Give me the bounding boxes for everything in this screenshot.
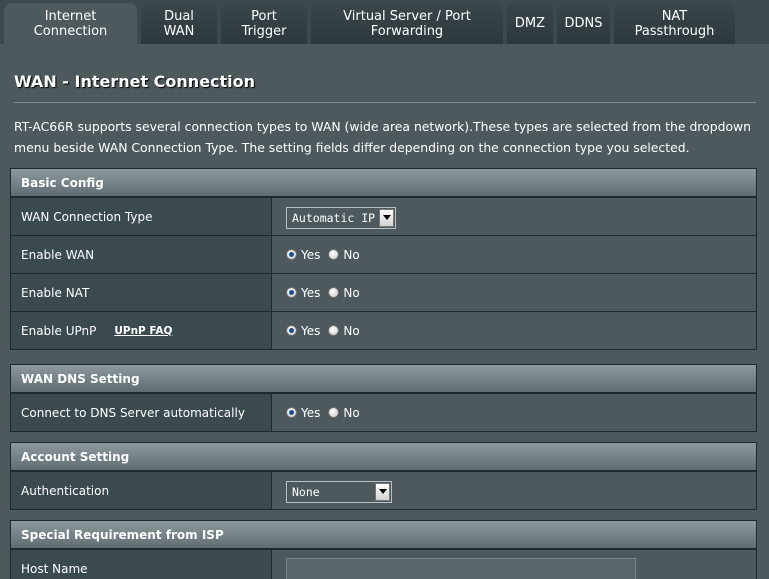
basic-config-header: Basic Config [11,169,756,197]
enable-nat-yes[interactable]: Yes [286,286,320,300]
wan-connection-type-value: Automatic IP [292,210,376,225]
host-name-input[interactable] [286,557,636,579]
host-name-label: Host Name [11,550,272,579]
authentication-select[interactable]: None [286,480,392,503]
tab-nat-passthrough[interactable]: NAT Passthrough [614,3,735,44]
wan-connection-type-select[interactable]: Automatic IP [286,206,397,229]
chevron-down-icon [375,482,390,501]
wan-connection-type-cell: Automatic IP [272,198,756,235]
enable-wan-no[interactable]: No [328,248,360,262]
enable-upnp-no[interactable]: No [328,324,360,338]
tab-port-trigger[interactable]: Port Trigger [221,3,307,44]
row-wan-connection-type: WAN Connection Type Automatic IP [11,197,756,235]
enable-upnp-label-cell: Enable UPnP UPnP FAQ [11,312,272,349]
dns-auto-label: Connect to DNS Server automatically [11,394,272,431]
radio-unselected-icon[interactable] [328,407,340,418]
row-enable-wan: Enable WAN Yes No [11,235,756,273]
radio-selected-icon[interactable] [286,325,297,336]
host-name-cell [272,550,756,579]
radio-selected-icon[interactable] [286,407,297,418]
enable-upnp-yes[interactable]: Yes [286,324,320,338]
wan-connection-type-label: WAN Connection Type [11,198,272,235]
radio-selected-icon[interactable] [286,249,297,260]
upnp-faq-link[interactable]: UPnP FAQ [114,325,172,337]
basic-config-table: Basic Config WAN Connection Type Automat… [10,168,757,350]
wan-dns-table: WAN DNS Setting Connect to DNS Server au… [10,364,757,432]
tab-dual-wan[interactable]: Dual WAN [141,3,217,44]
enable-wan-label: Enable WAN [11,236,272,273]
radio-selected-icon[interactable] [286,287,297,298]
isp-requirement-header: Special Requirement from ISP [11,521,756,549]
dns-auto-yes[interactable]: Yes [286,406,320,420]
chevron-down-icon [379,208,395,227]
row-enable-nat: Enable NAT Yes No [11,273,756,311]
row-dns-auto: Connect to DNS Server automatically Yes … [11,393,756,431]
dns-auto-no[interactable]: No [328,406,360,420]
title-divider [14,102,756,103]
dns-auto-cell: Yes No [272,394,756,431]
wan-dns-header: WAN DNS Setting [11,365,756,393]
tab-bar: Internet Connection Dual WAN Port Trigge… [0,0,769,44]
enable-nat-no[interactable]: No [328,286,360,300]
tab-internet-connection[interactable]: Internet Connection [4,3,137,44]
enable-wan-yes[interactable]: Yes [286,248,320,262]
row-authentication: Authentication None [11,471,756,509]
tab-virtual-server[interactable]: Virtual Server / Port Forwarding [311,3,503,44]
tab-dmz[interactable]: DMZ [507,3,553,44]
enable-upnp-label: Enable UPnP [21,323,97,338]
tab-ddns[interactable]: DDNS [557,3,610,44]
enable-nat-label: Enable NAT [11,274,272,311]
enable-nat-cell: Yes No [272,274,756,311]
isp-requirement-table: Special Requirement from ISP Host Name [10,520,757,579]
enable-wan-cell: Yes No [272,236,756,273]
page-description: RT-AC66R supports several connection typ… [14,119,752,155]
account-setting-header: Account Setting [11,443,756,471]
radio-unselected-icon[interactable] [328,287,340,298]
row-host-name: Host Name [11,549,756,579]
authentication-cell: None [272,472,756,509]
account-setting-table: Account Setting Authentication None [10,442,757,510]
radio-unselected-icon[interactable] [328,325,340,336]
enable-upnp-cell: Yes No [272,312,756,349]
authentication-value: None [292,484,320,499]
page-title: WAN - Internet Connection [14,72,256,91]
authentication-label: Authentication [11,472,272,509]
radio-unselected-icon[interactable] [328,249,340,260]
row-enable-upnp: Enable UPnP UPnP FAQ Yes No [11,311,756,349]
